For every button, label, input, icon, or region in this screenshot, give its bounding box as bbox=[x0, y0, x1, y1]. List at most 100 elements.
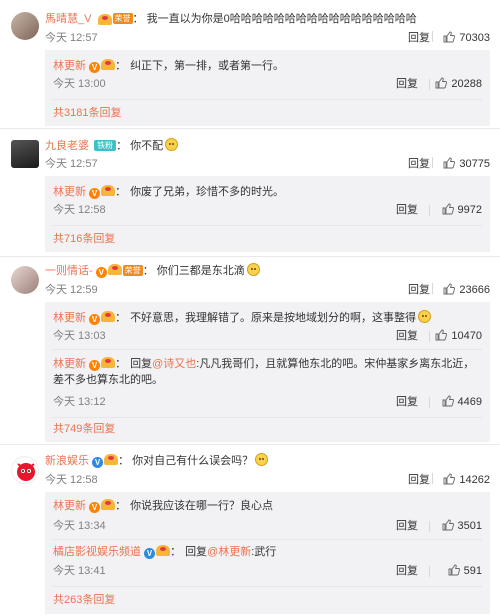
thumb-up-icon bbox=[435, 329, 448, 341]
crown-badge-icon bbox=[156, 545, 171, 556]
comment-item: 九良老婆 铁粉： 你不配 今天 12:57 回复 30775 林更新 V：你废了… bbox=[0, 128, 500, 256]
comment-item: 新浪娱乐 V： 你对自己有什么误会吗？ 今天 12:58 回复 14262 林更… bbox=[0, 444, 500, 616]
thumb-up-icon bbox=[448, 564, 460, 576]
thumb-up-icon bbox=[442, 519, 454, 531]
thumb-up-icon bbox=[443, 157, 456, 169]
honor-badge: 荣誉 bbox=[112, 13, 133, 24]
reply-text: :凡凡我哥们，且就算他东北的吧。宋仲基家乡离东北近，差不多也算东北的吧。 bbox=[53, 358, 475, 386]
crown-badge-icon bbox=[101, 357, 116, 368]
reply-text: :武行 bbox=[251, 546, 277, 558]
crown-badge-icon bbox=[101, 185, 116, 196]
like-count: 4469 bbox=[457, 396, 482, 408]
thumb-up-icon bbox=[435, 77, 448, 89]
reply-box: 林更新 V：你废了兄弟，珍惜不多的时光。 今天 12:58 回复 9972 共7… bbox=[45, 176, 490, 252]
reply-time: 今天 12:58 bbox=[53, 204, 106, 216]
crown-badge-icon bbox=[107, 264, 122, 275]
comment-time: 今天 12:59 bbox=[45, 284, 98, 296]
mention-link[interactable]: @诗又也 bbox=[152, 358, 196, 370]
v-badge-icon: V bbox=[144, 548, 156, 559]
reply-time: 今天 13:03 bbox=[53, 330, 106, 342]
reply-button[interactable]: 回复 bbox=[396, 202, 418, 218]
emoji-icon bbox=[255, 453, 269, 466]
mention-link[interactable]: @林更新 bbox=[207, 546, 251, 558]
like-button[interactable]: 4469 bbox=[442, 394, 482, 410]
crown-badge-icon bbox=[104, 454, 119, 465]
like-count: 3501 bbox=[457, 520, 482, 532]
view-all-replies-link[interactable]: 共3181条回复 bbox=[53, 105, 121, 121]
like-button[interactable]: 23666 bbox=[422, 282, 490, 298]
reply-text: 不好意思，我理解错了。原来是按地域划分的啊，这事整得 bbox=[130, 312, 417, 324]
reply-item: 林更新 V：你废了兄弟，珍惜不多的时光。 今天 12:58 回复 9972 bbox=[53, 185, 482, 218]
like-button[interactable]: 14262 bbox=[422, 472, 490, 488]
avatar[interactable] bbox=[11, 12, 39, 40]
comment-time: 今天 12:57 bbox=[45, 32, 98, 44]
sina-ent-logo-icon bbox=[17, 463, 35, 481]
v-badge-icon: V bbox=[89, 314, 101, 325]
comment-username[interactable]: 九良老婆 bbox=[45, 140, 89, 152]
reply-username[interactable]: 林更新 bbox=[53, 312, 86, 324]
thumb-up-icon bbox=[443, 473, 456, 485]
view-all-replies-link[interactable]: 共263条回复 bbox=[53, 592, 115, 608]
like-button[interactable]: 9972 bbox=[442, 202, 482, 218]
reply-button[interactable]: 回复 bbox=[396, 394, 418, 410]
reply-button[interactable]: 回复 bbox=[396, 518, 418, 534]
reply-item: 林更新 V：回复@诗又也:凡凡我哥们，且就算他东北的吧。宋仲基家乡离东北近，差不… bbox=[53, 357, 482, 410]
thumb-up-icon bbox=[442, 203, 454, 215]
reply-box: 林更新 V：你说我应该在哪一行？良心点 今天 13:34 回复 3501 橘店影… bbox=[45, 492, 490, 614]
like-button[interactable]: 70303 bbox=[422, 30, 490, 46]
reply-text: 你说我应该在哪一行？良心点 bbox=[130, 500, 274, 512]
comment-text: 你对自己有什么误会吗？ bbox=[132, 455, 254, 467]
reply-item: 林更新 V：纠正下，第一排，或者第一行。 今天 13:00 回复 20288 bbox=[53, 59, 482, 92]
reply-time: 今天 13:41 bbox=[53, 565, 106, 577]
v-badge-icon: V bbox=[92, 457, 104, 468]
like-button[interactable]: 10470 bbox=[435, 328, 482, 344]
reply-text: 你废了兄弟，珍惜不多的时光。 bbox=[130, 186, 285, 198]
avatar[interactable] bbox=[11, 140, 39, 168]
comment-text: 我一直以为你是0哈哈哈哈哈哈哈哈哈哈哈哈哈哈哈哈哈 bbox=[146, 13, 417, 25]
reply-box: 林更新 V：不好意思，我理解错了。原来是按地域划分的啊，这事整得 今天 13:0… bbox=[45, 302, 490, 442]
view-all-replies-link[interactable]: 共749条回复 bbox=[53, 421, 115, 437]
like-count: 591 bbox=[463, 565, 482, 577]
reply-time: 今天 13:34 bbox=[53, 520, 106, 532]
like-button[interactable]: 3501 bbox=[442, 518, 482, 534]
v-badge-icon: V bbox=[89, 502, 101, 513]
emoji-icon bbox=[418, 310, 432, 323]
v-badge-icon: V bbox=[95, 267, 107, 278]
like-button[interactable]: 20288 bbox=[435, 76, 482, 92]
reply-button[interactable]: 回复 bbox=[396, 563, 418, 579]
comment-item: 一则情话- V 荣誉： 你们三都是东北滴 今天 12:59 回复 23666 林更… bbox=[0, 256, 500, 444]
fan-badge: 铁粉 bbox=[94, 140, 117, 151]
like-count: 30775 bbox=[459, 158, 490, 170]
avatar[interactable] bbox=[11, 266, 39, 294]
comment-username[interactable]: 一则情话- bbox=[45, 265, 93, 277]
like-button[interactable]: 30775 bbox=[422, 156, 490, 172]
comment-text: 你不配 bbox=[130, 140, 164, 152]
honor-badge: 荣誉 bbox=[122, 265, 143, 276]
view-all-replies-link[interactable]: 共716条回复 bbox=[53, 231, 115, 247]
thumb-up-icon bbox=[443, 31, 456, 43]
comment-username[interactable]: 馬晴慧_V bbox=[45, 13, 91, 25]
reply-button[interactable]: 回复 bbox=[396, 328, 418, 344]
crown-badge-icon bbox=[97, 13, 112, 29]
avatar[interactable] bbox=[11, 456, 39, 484]
reply-time: 今天 13:12 bbox=[53, 396, 106, 408]
v-badge-icon: V bbox=[89, 62, 101, 73]
reply-username[interactable]: 林更新 bbox=[53, 500, 86, 512]
comment-username[interactable]: 新浪娱乐 bbox=[45, 455, 89, 467]
reply-item: 林更新 V：不好意思，我理解错了。原来是按地域划分的啊，这事整得 今天 13:0… bbox=[53, 310, 482, 344]
thumb-up-icon bbox=[442, 395, 454, 407]
reply-username[interactable]: 林更新 bbox=[53, 60, 86, 72]
emoji-icon bbox=[165, 138, 179, 151]
like-count: 23666 bbox=[459, 284, 490, 296]
reply-username[interactable]: 橘店影视娱乐频道 bbox=[53, 546, 141, 558]
like-button[interactable]: 591 bbox=[448, 563, 482, 579]
crown-badge-icon bbox=[101, 311, 116, 322]
reply-button[interactable]: 回复 bbox=[396, 76, 418, 92]
like-count: 70303 bbox=[459, 32, 490, 44]
like-count: 10470 bbox=[451, 330, 482, 342]
emoji-icon bbox=[246, 263, 260, 276]
comment-time: 今天 12:57 bbox=[45, 158, 98, 170]
v-badge-icon: V bbox=[89, 360, 101, 371]
reply-username[interactable]: 林更新 bbox=[53, 186, 86, 198]
reply-username[interactable]: 林更新 bbox=[53, 358, 86, 370]
